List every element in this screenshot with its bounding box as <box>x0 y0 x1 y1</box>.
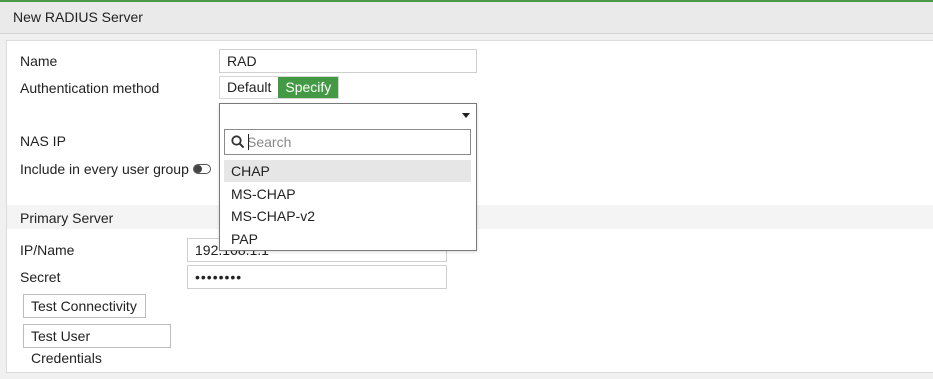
include-user-group-toggle[interactable] <box>193 164 211 174</box>
dropdown-search <box>224 129 471 155</box>
auth-method-toggle: Default Specify <box>219 76 340 99</box>
name-input[interactable]: RAD <box>219 49 477 73</box>
name-label: Name <box>20 53 58 69</box>
nas-ip-label: NAS IP <box>20 133 66 149</box>
toggle-knob <box>194 165 202 173</box>
auth-default-option[interactable]: Default <box>220 77 279 98</box>
option-chap[interactable]: CHAP <box>224 160 471 182</box>
auth-specify-option[interactable]: Specify <box>278 77 339 98</box>
header-bar: New RADIUS Server <box>0 0 933 34</box>
search-input[interactable] <box>247 132 467 152</box>
page-title: New RADIUS Server <box>13 9 143 25</box>
secret-input[interactable]: •••••••• <box>187 265 447 289</box>
section-title: Primary Server <box>20 210 114 226</box>
test-user-credentials-button[interactable]: Test User Credentials <box>23 324 171 366</box>
secret-label: Secret <box>20 269 61 285</box>
caret-down-icon <box>462 113 470 118</box>
dropdown-select[interactable] <box>220 104 476 126</box>
include-user-group-label: Include in every user group <box>20 161 189 177</box>
test-connectivity-button[interactable]: Test Connectivity <box>23 294 146 318</box>
option-pap[interactable]: PAP <box>224 228 471 250</box>
text-cursor <box>248 134 249 150</box>
auth-method-dropdown: CHAP MS-CHAP MS-CHAP-v2 PAP <box>219 103 477 251</box>
option-ms-chap[interactable]: MS-CHAP <box>224 183 471 205</box>
search-icon <box>231 135 245 149</box>
auth-method-label: Authentication method <box>20 80 160 96</box>
option-ms-chap-v2[interactable]: MS-CHAP-v2 <box>224 205 471 227</box>
ip-name-label: IP/Name <box>20 242 75 258</box>
